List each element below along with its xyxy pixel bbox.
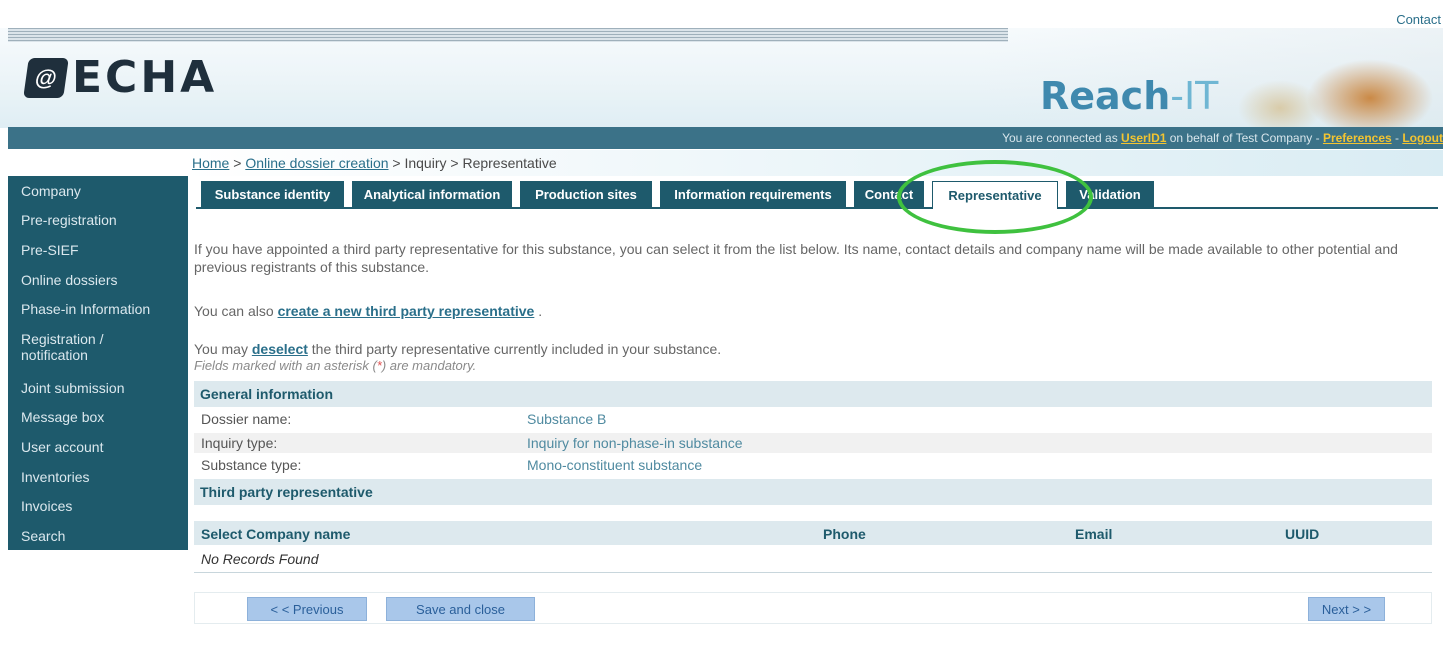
representative-table-header: Select Company name Phone Email UUID bbox=[194, 521, 1432, 545]
connection-status-bar: You are connected as UserID1 on behalf o… bbox=[8, 127, 1443, 149]
sidebar-item-pre-registration[interactable]: Pre-registration bbox=[8, 212, 117, 228]
third-party-representative-header: Third party representative bbox=[194, 479, 1432, 505]
echa-logo[interactable]: @ ECHA bbox=[23, 52, 218, 103]
sidebar-nav: Company Pre-registration Pre-SIEF Online… bbox=[8, 176, 188, 550]
column-phone[interactable]: Phone bbox=[823, 526, 866, 542]
breadcrumb-online-dossier[interactable]: Online dossier creation bbox=[245, 155, 388, 171]
navigation-button-row: < < Previous Save and close Next > > bbox=[194, 592, 1432, 624]
breadcrumb-current: Representative bbox=[462, 155, 557, 171]
sidebar-item-message-box[interactable]: Message box bbox=[8, 409, 104, 425]
sidebar-item-search[interactable]: Search bbox=[8, 528, 65, 544]
create-representative-link[interactable]: create a new third party representative bbox=[278, 303, 535, 319]
create-prefix: You can also bbox=[194, 303, 278, 319]
user-link[interactable]: UserID1 bbox=[1121, 131, 1166, 145]
create-suffix: . bbox=[534, 303, 543, 319]
header-banner: @ ECHA Reach-IT bbox=[0, 28, 1443, 128]
deselect-suffix: the third party representative currently… bbox=[307, 341, 722, 357]
tab-validation[interactable]: Validation bbox=[1066, 181, 1154, 207]
sidebar-item-online-dossiers[interactable]: Online dossiers bbox=[8, 272, 118, 288]
sidebar-item-invoices[interactable]: Invoices bbox=[8, 498, 72, 514]
breadcrumb-sep: > Inquiry > bbox=[388, 155, 463, 171]
dossier-name-label: Dossier name: bbox=[201, 411, 292, 427]
deselect-line: You may deselect the third party represe… bbox=[194, 340, 721, 358]
breadcrumb-row: Home > Online dossier creation > Inquiry… bbox=[8, 150, 1443, 176]
sidebar-item-joint-submission[interactable]: Joint submission bbox=[8, 380, 125, 396]
sidebar-item-registration[interactable]: Registration / notification bbox=[8, 331, 158, 363]
previous-button[interactable]: < < Previous bbox=[247, 597, 367, 621]
inquiry-type-label: Inquiry type: bbox=[201, 435, 278, 451]
intro-text: If you have appointed a third party repr… bbox=[194, 241, 1398, 275]
save-and-close-button[interactable]: Save and close bbox=[386, 597, 535, 621]
breadcrumb: Home > Online dossier creation > Inquiry… bbox=[192, 155, 557, 171]
tab-information-requirements[interactable]: Information requirements bbox=[660, 181, 846, 207]
tab-contact[interactable]: Contact bbox=[854, 181, 924, 207]
breadcrumb-sep: > bbox=[229, 155, 246, 171]
dossier-tabs: Substance identity Analytical informatio… bbox=[196, 181, 1438, 209]
status-separator: - bbox=[1391, 131, 1403, 145]
reach-it-logo: Reach-IT bbox=[1040, 74, 1218, 118]
no-records-row: No Records Found bbox=[194, 545, 1432, 573]
inquiry-type-row: Inquiry type: Inquiry for non-phase-in s… bbox=[194, 433, 1432, 453]
logout-link[interactable]: Logout bbox=[1402, 131, 1443, 145]
status-middle: on behalf of Test Company - bbox=[1166, 131, 1323, 145]
column-uuid[interactable]: UUID bbox=[1285, 526, 1319, 542]
reach-logo-dash: -IT bbox=[1170, 74, 1219, 118]
reach-logo-main: Reach bbox=[1040, 74, 1171, 118]
dossier-name-value: Substance B bbox=[527, 411, 607, 427]
sidebar-item-phase-in-information[interactable]: Phase-in Information bbox=[8, 301, 150, 317]
top-bar: Contact bbox=[0, 0, 1443, 28]
substance-type-label: Substance type: bbox=[201, 457, 302, 473]
preferences-link[interactable]: Preferences bbox=[1323, 131, 1392, 145]
mandatory-suffix: ) are mandatory. bbox=[381, 358, 477, 373]
tab-representative[interactable]: Representative bbox=[932, 181, 1058, 209]
echa-logo-icon: @ bbox=[23, 57, 69, 98]
mandatory-prefix: Fields marked with an asterisk ( bbox=[194, 358, 377, 373]
tab-production-sites[interactable]: Production sites bbox=[520, 181, 652, 207]
substance-type-value: Mono-constituent substance bbox=[527, 457, 703, 473]
deselect-link[interactable]: deselect bbox=[252, 341, 308, 357]
echa-logo-text: ECHA bbox=[72, 52, 218, 103]
status-prefix: You are connected as bbox=[1002, 131, 1122, 145]
inquiry-type-value: Inquiry for non-phase-in substance bbox=[527, 435, 743, 451]
breadcrumb-home[interactable]: Home bbox=[192, 155, 229, 171]
column-email[interactable]: Email bbox=[1075, 526, 1112, 542]
sidebar-item-user-account[interactable]: User account bbox=[8, 439, 103, 455]
contact-link[interactable]: Contact bbox=[1396, 12, 1441, 27]
deselect-prefix: You may bbox=[194, 341, 252, 357]
create-representative-line: You can also create a new third party re… bbox=[194, 302, 542, 320]
tab-analytical-information[interactable]: Analytical information bbox=[352, 181, 512, 207]
general-information-header: General information bbox=[194, 381, 1432, 407]
sidebar-item-company[interactable]: Company bbox=[8, 183, 81, 199]
next-button[interactable]: Next > > bbox=[1308, 597, 1385, 621]
sidebar-item-inventories[interactable]: Inventories bbox=[8, 469, 89, 485]
mandatory-note: Fields marked with an asterisk (*) are m… bbox=[194, 358, 476, 373]
column-select-company-name[interactable]: Select Company name bbox=[201, 526, 350, 542]
dossier-name-row: Dossier name: Substance B bbox=[194, 409, 1432, 429]
substance-type-row: Substance type: Mono-constituent substan… bbox=[194, 455, 1432, 475]
banner-stripes bbox=[8, 28, 1008, 42]
tab-substance-identity[interactable]: Substance identity bbox=[201, 181, 344, 207]
sidebar-item-pre-sief[interactable]: Pre-SIEF bbox=[8, 242, 79, 258]
